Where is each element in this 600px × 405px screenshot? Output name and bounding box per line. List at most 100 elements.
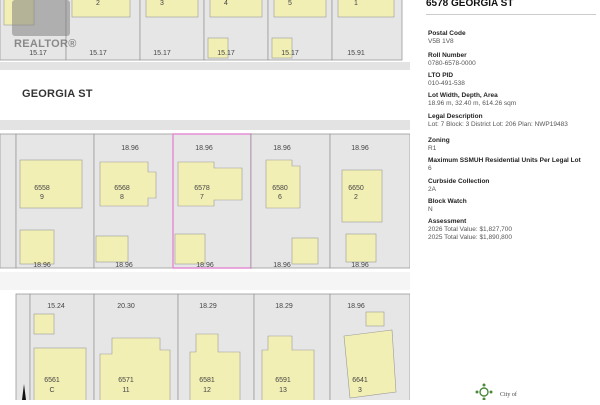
field-value: Lot: 7 Block: 3 District Lot: 206 Plan: … (428, 121, 568, 128)
field-lto-pid: LTO PID 010-491-538 (428, 72, 598, 88)
address-label: 6568 (114, 185, 130, 192)
street-label-georgia-st: GEORGIA ST (22, 88, 93, 100)
garage-footprint (345, 233, 377, 263)
lot-number-label: 9 (40, 194, 44, 201)
middle-row-parcels (0, 133, 410, 269)
realtor-watermark-text: REALTOR® (14, 38, 77, 50)
address-label: 6591 (275, 377, 291, 384)
parcel-map-canvas[interactable]: 15.17215.17315.17415.17515.17115.9165589… (0, 0, 410, 400)
panel-title: 6578 GEORGIA ST (426, 0, 514, 9)
lot-number-label: 2 (354, 194, 358, 201)
lot-number-label: C (49, 387, 54, 394)
field-block-watch: Block Watch N (428, 198, 598, 214)
field-label: LTO PID (428, 72, 454, 79)
lot-number-label: 11 (122, 387, 129, 394)
field-value: 0780-6578-0000 (428, 60, 476, 67)
garage-footprint (291, 237, 319, 265)
field-maximum-ssmuh-residential-units-per-legal-lot: Maximum SSMUH Residential Units Per Lega… (428, 157, 598, 173)
building-footprint (265, 159, 301, 209)
building-footprint (71, 0, 131, 18)
parcel-lot-partial-left[interactable] (15, 293, 31, 400)
city-emblem-icon (475, 383, 493, 401)
lot-number-label: 3 (358, 387, 362, 394)
back-lane (0, 272, 410, 290)
city-logo-text: City of (500, 392, 517, 398)
lot-number-label: 2 (96, 0, 100, 7)
field-label: Maximum SSMUH Residential Units Per Lega… (428, 157, 581, 164)
field-label: Curbside Collection (428, 178, 490, 185)
field-value: N (428, 206, 433, 213)
field-zoning: Zoning R1 (428, 137, 598, 153)
garage-footprint (95, 235, 129, 263)
frontage-label: 15.17 (217, 50, 235, 57)
back-frontage-label: 18.96 (273, 262, 291, 269)
lot-number-label: 8 (120, 194, 124, 201)
field-value: 010-491-538 (428, 80, 465, 87)
frontage-label: 20.30 (117, 303, 135, 310)
garage-footprint (19, 229, 55, 265)
back-frontage-label: 18.96 (33, 262, 51, 269)
building-footprint (33, 347, 87, 400)
field-assessment: Assessment 2026 Total Value: $1,827,700 20… (428, 218, 598, 242)
lot-number-label: 6 (278, 194, 282, 201)
address-label: 6641 (352, 377, 368, 384)
building-footprint (145, 0, 199, 18)
address-label: 6581 (199, 377, 215, 384)
parcel-info-panel: 6578 GEORGIA ST Postal Code V5B 1V8 Roll N… (418, 0, 600, 401)
field-value: V5B 1V8 (428, 38, 454, 45)
frontage-label: 18.29 (199, 303, 217, 310)
building-footprint (341, 169, 383, 223)
building-footprint (337, 0, 395, 18)
back-frontage-label: 18.96 (351, 262, 369, 269)
sidewalk-south (0, 120, 410, 130)
building-footprint (273, 0, 327, 18)
frontage-label: 15.17 (89, 50, 107, 57)
address-label: 6558 (34, 185, 50, 192)
field-roll-number: Roll Number 0780-6578-0000 (428, 52, 598, 68)
frontage-label: 18.96 (347, 303, 365, 310)
field-lot-width-depth-area: Lot Width, Depth, Area 18.96 m, 32.40 m, … (428, 92, 598, 108)
field-label: Roll Number (428, 52, 467, 59)
address-label: 6571 (118, 377, 134, 384)
frontage-label: 18.29 (275, 303, 293, 310)
building-footprint (177, 161, 243, 207)
city-logo: City of (470, 382, 530, 401)
field-curbside-collection: Curbside Collection 2A (428, 178, 598, 194)
garage-footprint (365, 311, 385, 327)
parcel-map[interactable]: 15.17 2 15.17 3 15.17 4 15.17 5 15.17 1 15.91 6558 9… (0, 0, 410, 400)
address-label: 6650 (348, 185, 364, 192)
field-label: Block Watch (428, 198, 467, 205)
realtor-logo-icon (12, 0, 70, 36)
field-value: 2A (428, 186, 436, 193)
parcel-lot-partial-left[interactable] (0, 133, 17, 269)
field-legal-description: Legal Description Lot: 7 Block: 3 Distric… (428, 113, 598, 129)
building-footprint (19, 159, 83, 209)
frontage-label: 18.96 (273, 145, 291, 152)
lot-number-label: 13 (279, 387, 287, 394)
frontage-label: 15.91 (347, 50, 365, 57)
field-value: 2025 Total Value: $1,890,800 (428, 234, 512, 241)
field-value: 2026 Total Value: $1,827,700 (428, 226, 512, 233)
field-label: Postal Code (428, 30, 466, 37)
building-footprint (343, 329, 397, 399)
back-frontage-label: 18.96 (115, 262, 133, 269)
realtor-watermark: REALTOR® (8, 0, 78, 56)
frontage-label: 18.96 (121, 145, 139, 152)
lot-number-label: 1 (354, 0, 358, 7)
lot-number-label: 5 (288, 0, 292, 7)
lot-number-label: 7 (200, 194, 204, 201)
field-label: Zoning (428, 137, 450, 144)
frontage-label: 15.17 (281, 50, 299, 57)
field-value: R1 (428, 145, 437, 152)
building-footprint (99, 161, 157, 207)
frontage-label: 18.96 (351, 145, 369, 152)
address-label: 6578 (194, 185, 210, 192)
field-postal-code: Postal Code V5B 1V8 (428, 30, 598, 46)
lot-number-label: 3 (160, 0, 164, 7)
frontage-label: 18.96 (195, 145, 213, 152)
lot-number-label: 4 (224, 0, 228, 7)
address-label: 6561 (44, 377, 60, 384)
garage-footprint (174, 233, 206, 265)
panel-divider (426, 14, 596, 15)
frontage-label: 15.24 (47, 303, 65, 310)
